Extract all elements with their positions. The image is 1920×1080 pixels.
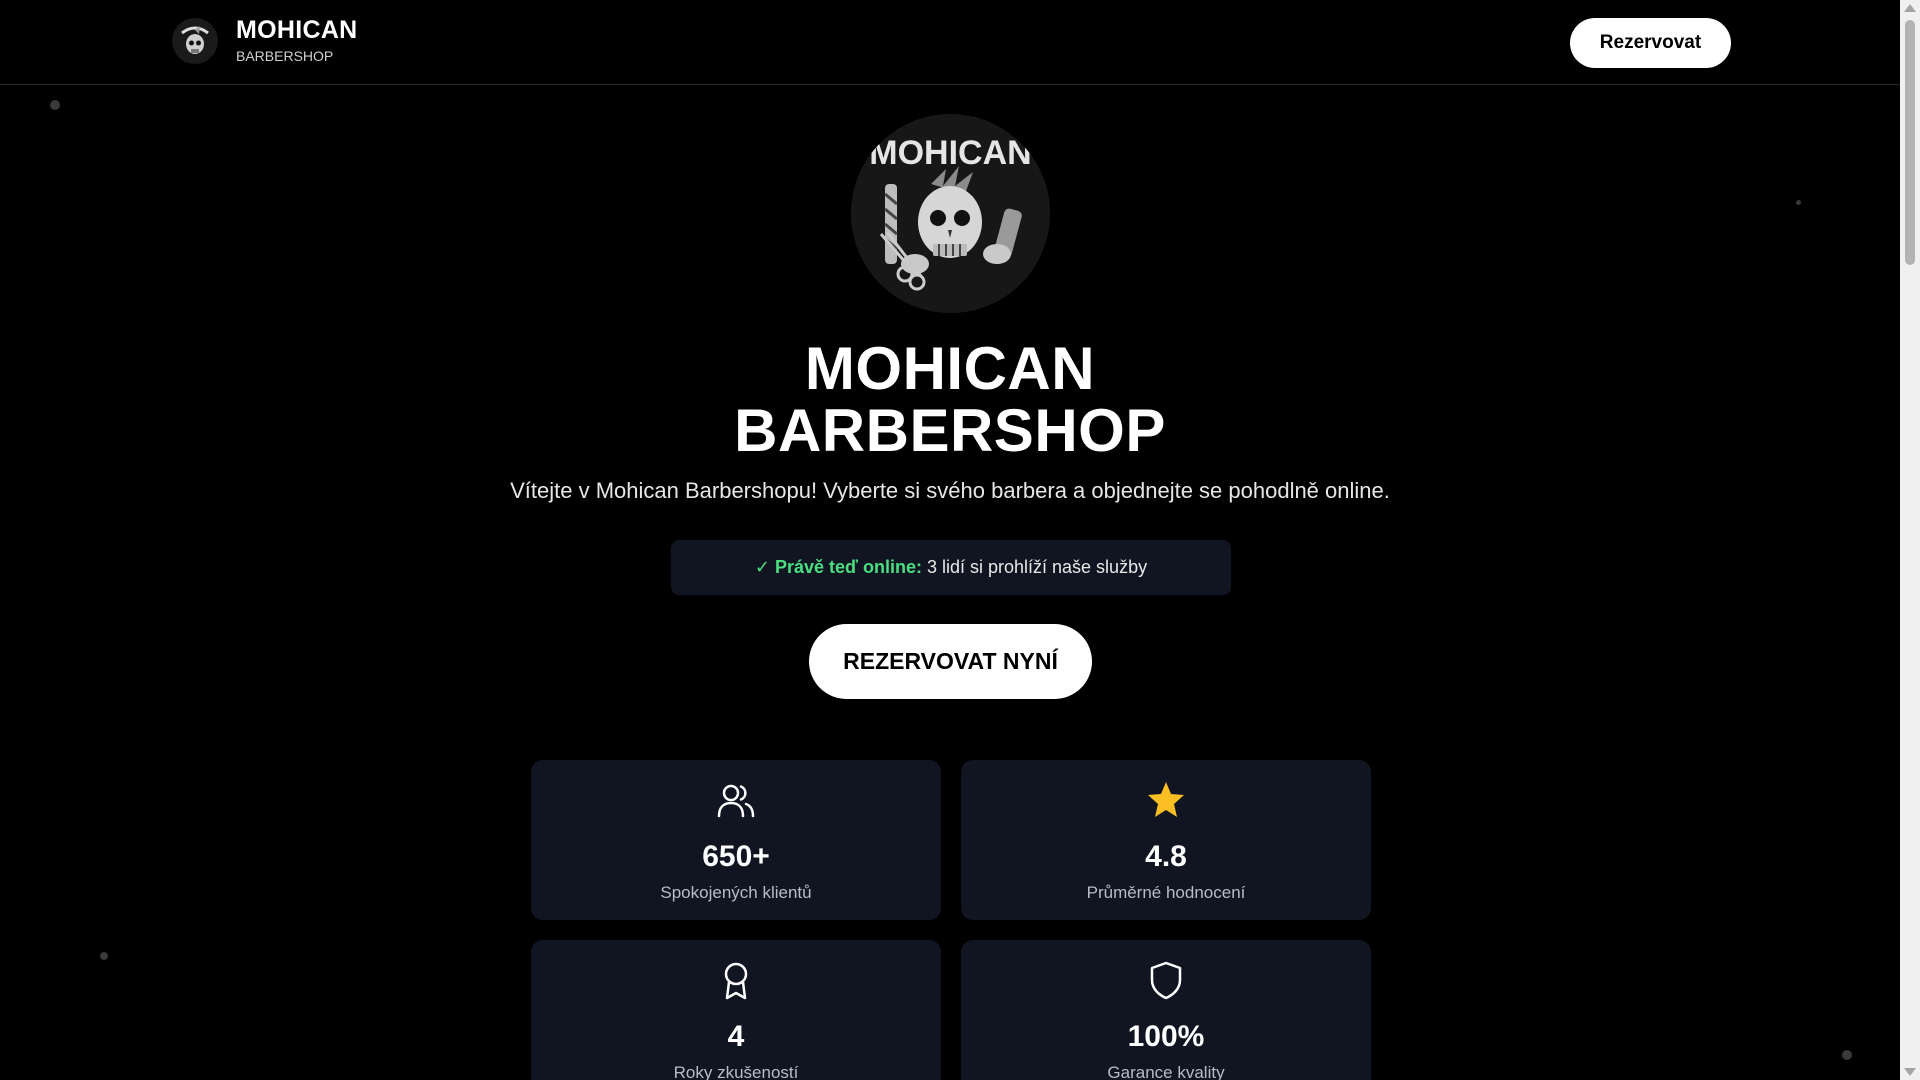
stat-value: 100% (1127, 1020, 1205, 1053)
stat-card-clients: 650+ Spokojených klientů (531, 760, 941, 920)
stat-card-experience: 4 Roky zkušeností (531, 940, 941, 1080)
award-icon (724, 962, 748, 1000)
stat-value: 4 (727, 1020, 745, 1053)
stat-label: Spokojených klientů (660, 883, 812, 902)
online-status-label: ✓ Právě teď online: (754, 557, 922, 577)
page-scrollbar[interactable] (1900, 0, 1920, 1080)
stat-label: Roky zkušeností (673, 1063, 799, 1080)
site-header: MOHICAN BARBERSHOP Rezervovat (0, 0, 1900, 85)
scroll-thumb[interactable] (1905, 20, 1915, 265)
reserve-now-button[interactable]: REZERVOVAT NYNÍ (809, 624, 1092, 699)
online-status-banner: ✓ Právě teď online: 3 lidí si prohlíží n… (671, 540, 1231, 595)
decorative-dot (1796, 200, 1801, 205)
stat-label: Průměrné hodnocení (1086, 883, 1246, 902)
star-icon (1148, 782, 1184, 817)
brand-name: MOHICAN (236, 16, 358, 44)
scroll-down-arrow-icon[interactable] (1904, 1068, 1916, 1076)
stat-value: 4.8 (1145, 840, 1187, 873)
title-line-2: BARBERSHOP (734, 397, 1166, 464)
brand-subtitle: BARBERSHOP (236, 48, 334, 64)
header-reserve-button[interactable]: Rezervovat (1570, 18, 1731, 68)
skull-logo-icon (172, 17, 218, 64)
stat-label: Garance kvality (1107, 1063, 1225, 1080)
scroll-up-arrow-icon[interactable] (1904, 4, 1916, 12)
stat-value: 650+ (702, 840, 770, 873)
shield-icon (1150, 961, 1182, 1000)
hero-subtitle: Vítejte v Mohican Barbershopu! Vyberte s… (510, 478, 1390, 503)
decorative-dot (1842, 1050, 1852, 1060)
online-status-text: 3 lidí si prohlíží naše služby (926, 557, 1148, 577)
stat-card-quality: 100% Garance kvality (961, 940, 1371, 1080)
hero-skull-logo-icon: MOHICAN (851, 114, 1050, 313)
decorative-dot (100, 952, 108, 960)
svg-text:MOHICAN: MOHICAN (869, 134, 1031, 172)
users-icon (717, 784, 755, 818)
title-line-1: MOHICAN (804, 335, 1096, 402)
stat-card-rating: 4.8 Průměrné hodnocení (961, 760, 1371, 920)
decorative-dot (50, 100, 60, 110)
brand[interactable]: MOHICAN BARBERSHOP (172, 16, 358, 65)
page-title: MOHICAN BARBERSHOP (0, 338, 1900, 462)
